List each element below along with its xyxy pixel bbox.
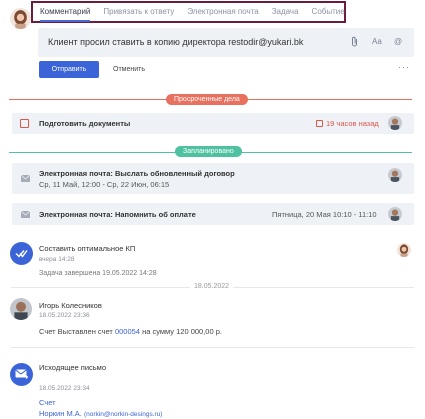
composer-tabs: Комментарий Привязать к ответу Электронн… xyxy=(31,1,346,23)
sender-email: (norkin@norkin-desings.ru) xyxy=(83,411,163,418)
comment-input-text: Клиент просил ставить в копию директора … xyxy=(48,37,304,47)
planned-email-date-1: Ср, 11 Май, 12:00 - Ср, 22 Июн, 06:15 xyxy=(39,180,170,189)
calendar-icon xyxy=(316,120,323,127)
tab-task[interactable]: Задача xyxy=(272,3,299,21)
email-title: Исходящее письмо xyxy=(39,363,106,372)
entry-separator xyxy=(11,347,414,348)
tab-link-to-answer[interactable]: Привязать к ответу xyxy=(103,3,174,21)
attach-icon[interactable] xyxy=(351,36,358,49)
completed-task-title: Составить оптимальное КП xyxy=(39,244,136,253)
task-checkbox[interactable] xyxy=(20,119,29,128)
comment-text-suffix: на сумму 120 000,00 р. xyxy=(139,327,222,336)
mention-button[interactable]: @ xyxy=(394,37,402,46)
overdue-task-time: 19 часов назад xyxy=(326,119,379,128)
comment-input[interactable]: Клиент просил ставить в копию директора … xyxy=(38,28,414,57)
comment-text: Счет Выставлен счет 000054 на сумму 120 … xyxy=(39,327,222,336)
planned-badge: Запланировано xyxy=(175,146,242,157)
overdue-badge: Просроченные дела xyxy=(166,94,248,105)
assignee-avatar xyxy=(388,207,402,221)
date-separator: 18.05.2022 xyxy=(190,283,234,290)
send-button[interactable]: Отправить xyxy=(39,61,99,78)
assignee-avatar xyxy=(388,168,402,182)
mail-icon xyxy=(21,211,30,218)
sender-name: Норкин М.А. xyxy=(39,409,82,418)
tab-email[interactable]: Электронная почта xyxy=(187,3,258,21)
comment-text-prefix: Счет Выставлен счет xyxy=(39,327,115,336)
task-author-avatar xyxy=(397,243,411,257)
comment-author-avatar xyxy=(10,298,32,320)
cancel-button[interactable]: Отменить xyxy=(113,61,145,78)
more-options-button[interactable]: ··· xyxy=(398,62,410,72)
mail-icon xyxy=(21,175,30,182)
email-sender: Норкин М.А. (norkin@norkin-desings.ru) xyxy=(39,409,162,418)
overdue-task-title: Подготовить документы xyxy=(39,119,131,128)
email-subject-link[interactable]: Счет xyxy=(39,398,56,407)
tab-comment[interactable]: Комментарий xyxy=(40,3,91,22)
completed-task-time: вчера 14:28 xyxy=(39,256,75,263)
current-user-avatar xyxy=(10,8,31,29)
invoice-link[interactable]: 000054 xyxy=(115,327,140,336)
comment-author: Игорь Колесников xyxy=(39,301,102,310)
planned-email-row-1[interactable] xyxy=(12,163,414,194)
planned-email-title-2: Электронная почта: Напомнить об оплате xyxy=(39,210,196,219)
assignee-avatar xyxy=(388,116,402,130)
comment-time: 18.05.2022 23:36 xyxy=(39,312,90,319)
planned-email-title-1: Электронная почта: Выслать обновленный д… xyxy=(39,169,235,178)
format-text-button[interactable]: Aa xyxy=(372,37,382,46)
completed-task-status: Задача завершена 19.05.2022 14:28 xyxy=(39,270,157,277)
outgoing-email-icon xyxy=(10,363,33,386)
task-completed-icon xyxy=(10,242,33,265)
email-time: 18.05.2022 23:34 xyxy=(39,385,90,392)
tab-event[interactable]: Событие xyxy=(312,3,345,21)
planned-email-time-2: Пятница, 20 Мая 10:10 - 11:10 xyxy=(272,210,377,219)
